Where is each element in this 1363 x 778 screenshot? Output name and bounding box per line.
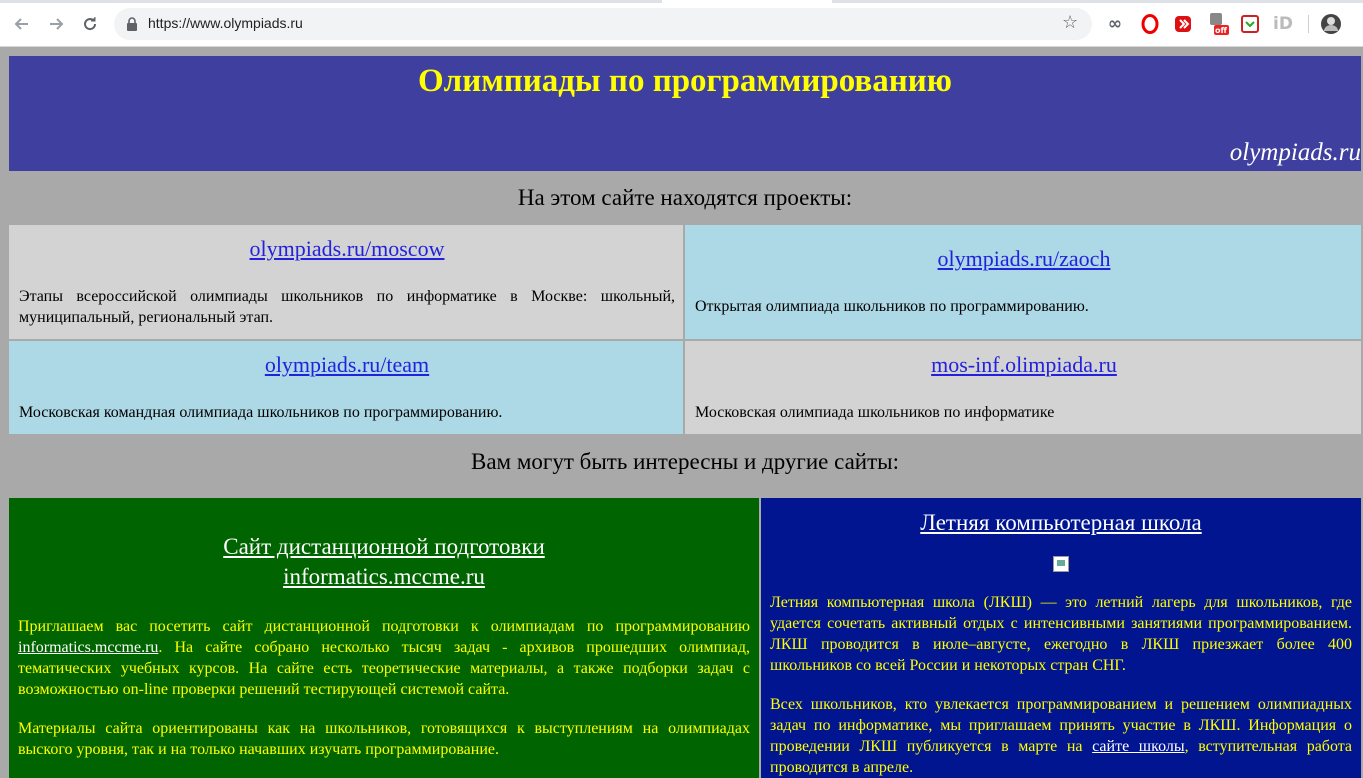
project-link-team[interactable]: olympiads.ru/team [19,352,675,378]
projects-heading: На этом сайте находятся проекты: [517,185,853,210]
adblock-off-extension-icon[interactable]: off [1208,13,1230,35]
bookmark-star-icon[interactable]: ☆ [1062,12,1078,33]
site-domain: olympiads.ru [1229,139,1361,166]
project-desc-zaoch: Открытая олимпиада школьников по програм… [695,298,1089,315]
opera-extension-icon[interactable] [1139,13,1161,35]
reload-button[interactable] [78,12,102,36]
project-zaoch: olympiads.ru/zaoch Открытая олимпиада шк… [685,225,1361,339]
lksh-paragraph-2: Всех школьников, кто увлекается программ… [770,694,1352,778]
project-link-mos-inf[interactable]: mos-inf.olimpiada.ru [695,352,1353,378]
infinity-extension-icon[interactable]: ∞ [1104,13,1126,35]
forward-button[interactable] [44,12,68,36]
lksh-paragraph-1: Летняя компьютерная школа (ЛКШ) — это ле… [770,594,1352,674]
school-site-link[interactable]: сайте школы [1092,738,1184,755]
informatics-panel: Сайт дистанционной подготовки informatic… [9,498,759,778]
active-tab-edge[interactable] [662,0,832,3]
lksh-title[interactable]: Летняя компьютерная школа [770,508,1352,538]
media-extension-icon[interactable] [1172,13,1194,35]
address-bar[interactable]: https://www.olympiads.ru ☆ [114,8,1092,40]
project-link-moscow[interactable]: olympiads.ru/moscow [19,236,675,262]
broken-image-icon [1053,556,1069,572]
informatics-p1-text: Приглашаем вас посетить сайт дистанционн… [18,618,750,635]
id-extension-icon[interactable]: iD [1272,13,1294,35]
project-desc-mos-inf: Московская олимпиада школьников по инфор… [695,404,1055,421]
project-team: olympiads.ru/team Московская командная о… [9,341,683,434]
informatics-title-line2[interactable]: informatics.mccme.ru [283,564,485,589]
lksh-panel: Летняя компьютерная школа Летняя компьют… [761,498,1361,778]
badge-off: off [1215,26,1227,35]
browser-toolbar: https://www.olympiads.ru ☆ ∞ off iD [0,0,1363,47]
arrow-right-icon [50,18,64,30]
site-banner: Олимпиады по программированию olympiads.… [9,56,1361,171]
informatics-title[interactable]: Сайт дистанционной подготовки informatic… [18,532,750,592]
project-link-zaoch[interactable]: olympiads.ru/zaoch [695,246,1353,272]
other-sites-heading: Вам могут быть интересны и другие сайты: [470,449,900,474]
informatics-paragraph-2: Материалы сайта ориентированы как на шко… [18,720,750,758]
informatics-title-line1[interactable]: Сайт дистанционной подготовки [223,534,545,559]
url-text[interactable]: https://www.olympiads.ru [148,15,303,31]
pocket-extension-icon[interactable] [1239,13,1261,35]
projects-grid: olympiads.ru/moscow Этапы всероссийской … [9,225,1361,434]
toolbar-separator [1308,15,1309,33]
reload-icon [84,17,97,31]
project-desc-moscow: Этапы всероссийской олимпиады школьников… [19,288,675,326]
other-sites: Сайт дистанционной подготовки informatic… [9,498,1361,778]
page-content: Олимпиады по программированию olympiads.… [9,56,1361,778]
tab-strip [0,0,1363,3]
site-title: Олимпиады по программированию [418,63,952,99]
project-moscow: olympiads.ru/moscow Этапы всероссийской … [9,225,683,339]
profile-avatar[interactable] [1320,13,1342,35]
lock-icon [127,17,137,31]
back-button[interactable] [10,12,34,36]
project-mos-inf: mos-inf.olimpiada.ru Московская олимпиад… [685,341,1361,434]
arrow-left-icon [14,18,28,30]
informatics-paragraph-1: Приглашаем вас посетить сайт дистанционн… [18,616,750,700]
project-desc-team: Московская командная олимпиада школьнико… [19,404,503,421]
informatics-inline-link[interactable]: informatics.mccme.ru [18,639,158,656]
